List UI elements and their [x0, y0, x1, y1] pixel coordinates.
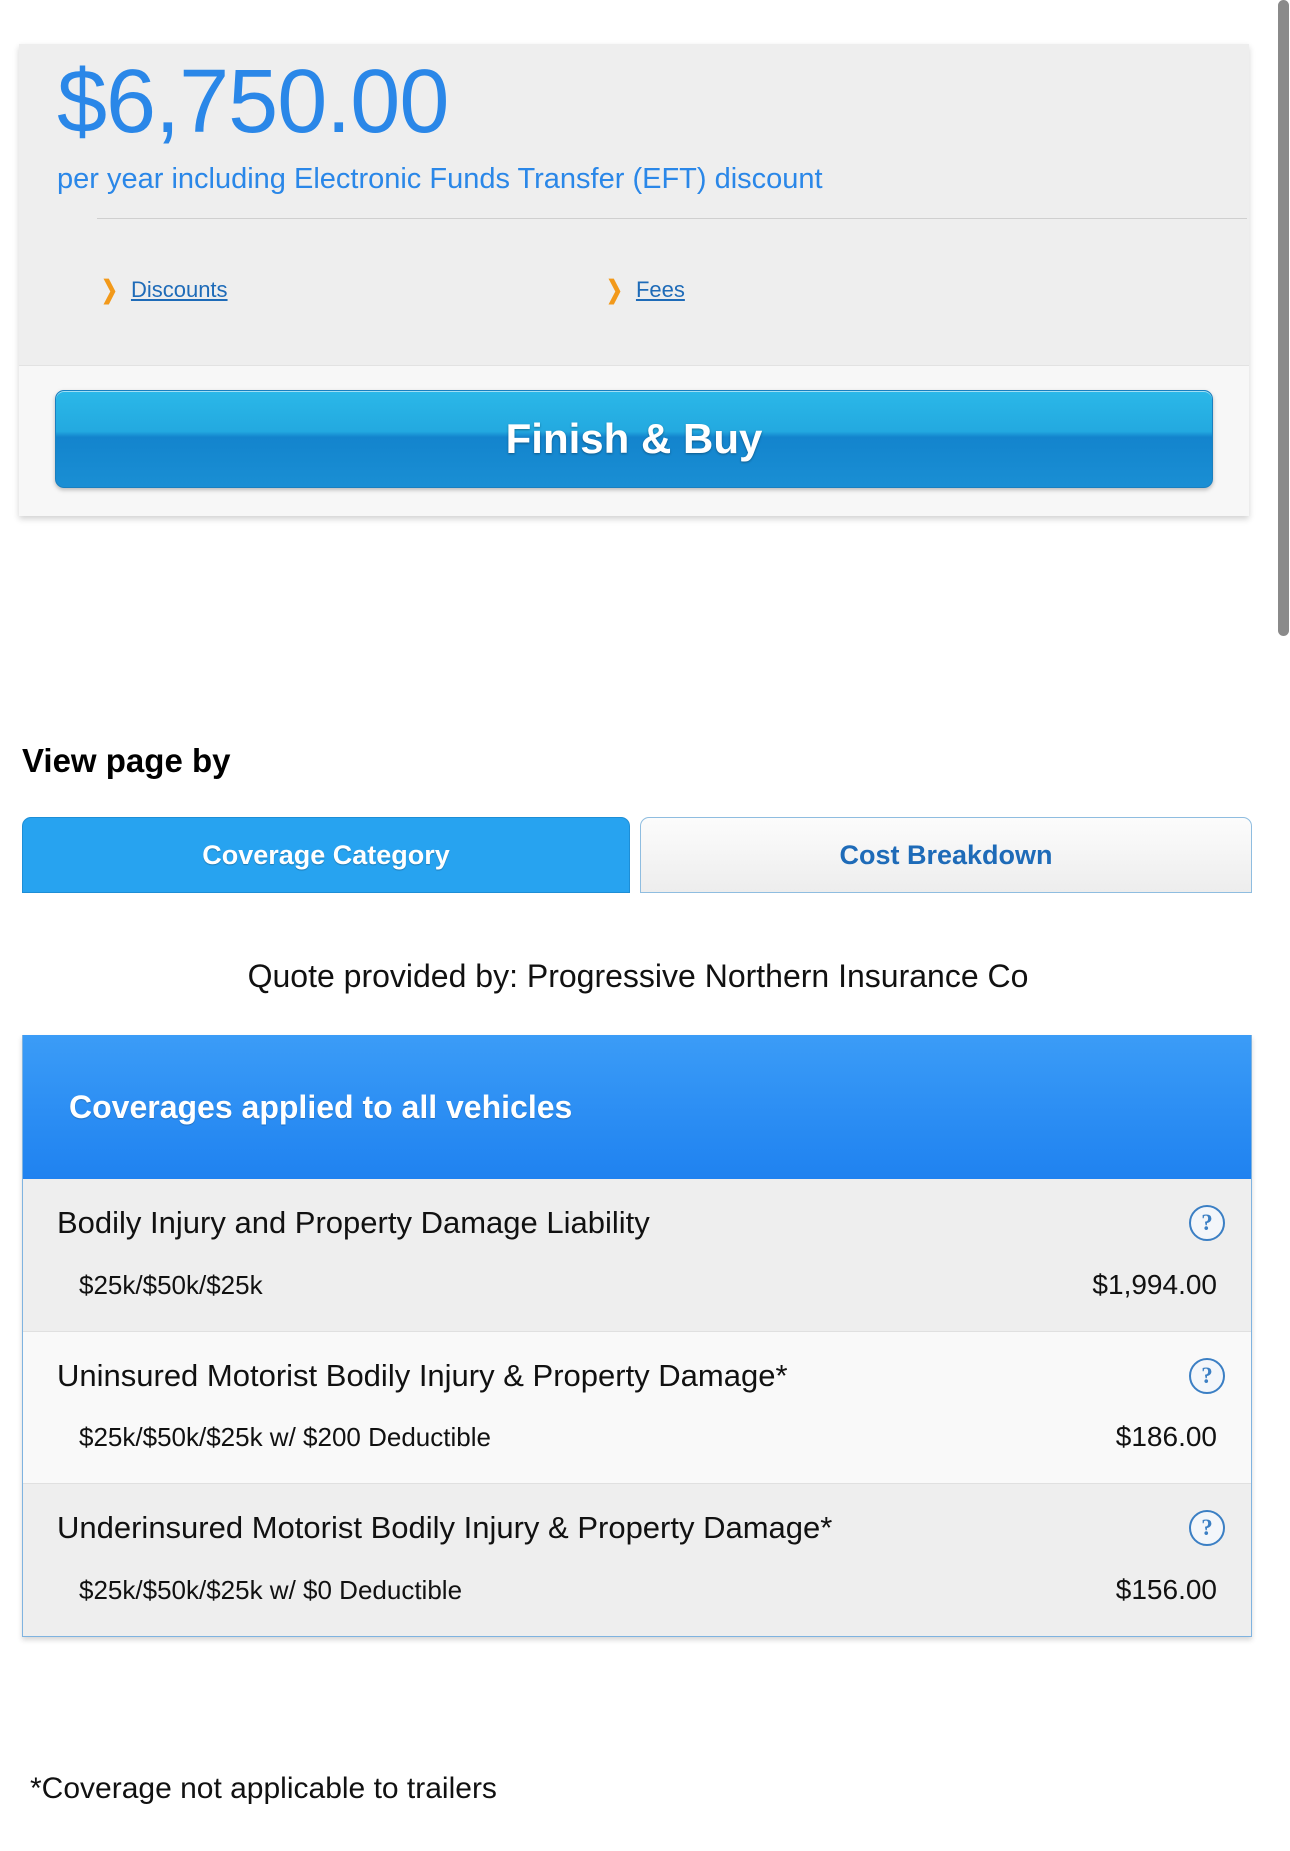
finish-and-buy-zone: Finish & Buy [19, 365, 1249, 517]
coverages-card-header: Coverages applied to all vehicles [23, 1035, 1251, 1179]
fees-link[interactable]: ❯ Fees [604, 277, 685, 303]
fees-link-label: Fees [635, 277, 685, 303]
table-row[interactable]: Underinsured Motorist Bodily Injury & Pr… [23, 1484, 1251, 1636]
vertical-scrollbar[interactable] [1276, 0, 1290, 1851]
premium-subtitle: per year including Electronic Funds Tran… [57, 163, 823, 196]
coverage-detail-line: $25k/$50k/$25k $1,994.00 [57, 1269, 1221, 1301]
coverage-limits: $25k/$50k/$25k [79, 1269, 263, 1300]
view-page-by-tabs: Coverage Category Cost Breakdown [22, 817, 1252, 893]
chevron-right-icon: ❯ [606, 275, 623, 304]
table-row[interactable]: Bodily Injury and Property Damage Liabil… [23, 1179, 1251, 1332]
coverage-footnote: *Coverage not applicable to trailers [30, 1772, 497, 1805]
tab-cost-breakdown[interactable]: Cost Breakdown [640, 817, 1252, 893]
coverage-title: Underinsured Motorist Bodily Injury & Pr… [57, 1510, 833, 1546]
quote-provided-by: Quote provided by: Progressive Northern … [247, 958, 1029, 994]
coverages-card: Coverages applied to all vehicles Bodily… [22, 1035, 1252, 1637]
coverage-limits: $25k/$50k/$25k w/ $200 Deductible [79, 1422, 491, 1453]
help-icon[interactable]: ? [1189, 1205, 1225, 1241]
scrollbar-thumb[interactable] [1278, 0, 1289, 636]
premium-links-row: ❯ Discounts ❯ Fees [55, 277, 1213, 365]
discounts-link[interactable]: ❯ Discounts [99, 277, 604, 303]
coverage-detail-line: $25k/$50k/$25k w/ $200 Deductible $186.0… [57, 1421, 1221, 1453]
chevron-right-icon: ❯ [101, 275, 118, 304]
coverage-price: $186.00 [1115, 1421, 1217, 1453]
discounts-link-label: Discounts [130, 277, 228, 303]
coverage-detail-line: $25k/$50k/$25k w/ $0 Deductible $156.00 [57, 1574, 1221, 1606]
divider [97, 218, 1247, 220]
premium-summary-card: $6,750.00 per year including Electronic … [19, 44, 1249, 517]
premium-amount: $6,750.00 [57, 52, 449, 152]
tab-coverage-category[interactable]: Coverage Category [22, 817, 630, 893]
coverage-title: Uninsured Motorist Bodily Injury & Prope… [57, 1357, 788, 1393]
coverage-price: $1,994.00 [1092, 1268, 1217, 1300]
coverage-price: $156.00 [1115, 1573, 1217, 1605]
coverage-title: Bodily Injury and Property Damage Liabil… [57, 1205, 650, 1240]
coverage-limits: $25k/$50k/$25k w/ $0 Deductible [79, 1574, 463, 1605]
help-icon[interactable]: ? [1189, 1357, 1225, 1394]
view-page-by-label: View page by [22, 742, 231, 779]
premium-summary-body: $6,750.00 per year including Electronic … [19, 44, 1249, 365]
finish-and-buy-button[interactable]: Finish & Buy [55, 390, 1213, 489]
quote-page: $6,750.00 per year including Electronic … [0, 0, 1276, 1851]
table-row[interactable]: Uninsured Motorist Bodily Injury & Prope… [23, 1331, 1251, 1485]
